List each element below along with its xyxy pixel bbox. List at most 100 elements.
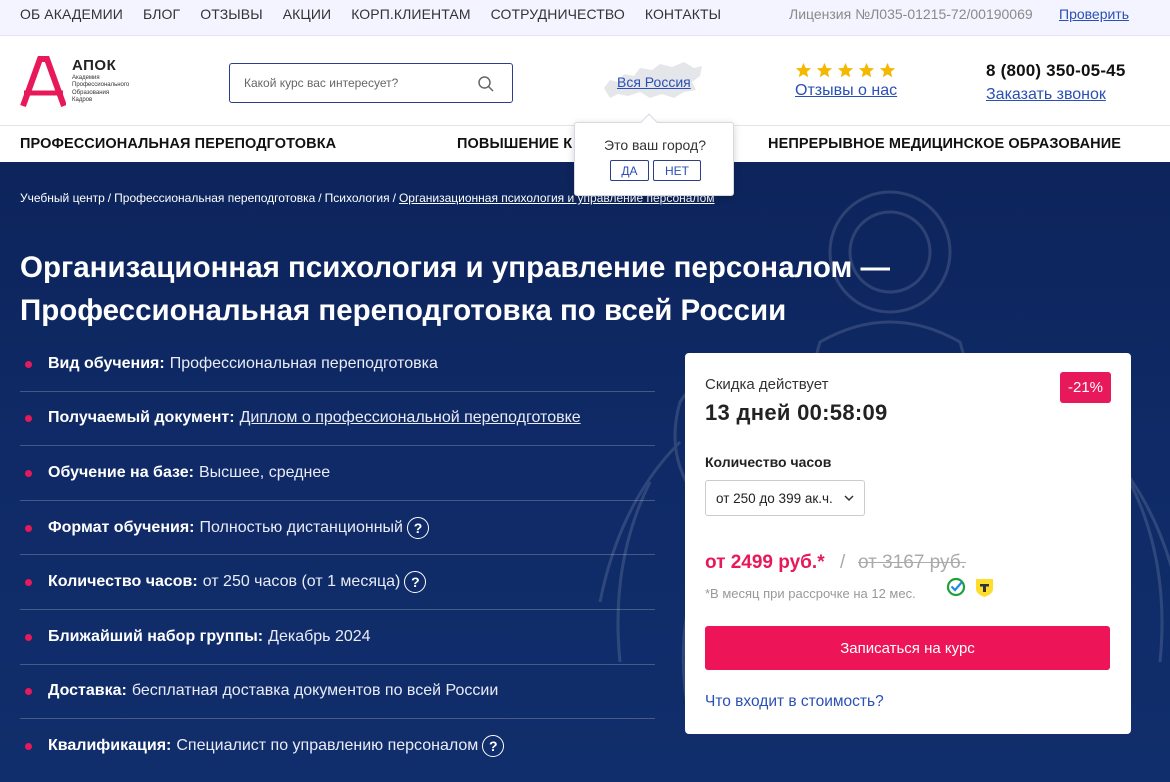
city-confirm-popup: Это ваш город? ДА НЕТ xyxy=(574,113,734,196)
bullet-icon xyxy=(25,360,32,368)
logo-sub-line: Образования xyxy=(72,89,110,96)
fact-label: Квалификация: xyxy=(48,737,172,755)
star-icon xyxy=(795,62,812,78)
help-icon[interactable]: ? xyxy=(482,735,505,758)
diploma-link[interactable]: Диплом о профессиональной переподготовке xyxy=(240,409,581,427)
fact-label: Обучение на базе: xyxy=(48,463,194,481)
discount-badge: -21% xyxy=(1060,372,1111,403)
logo-sub-line: Кадров xyxy=(72,96,93,103)
breadcrumb-separator: / xyxy=(318,191,322,205)
top-nav-promos[interactable]: АКЦИИ xyxy=(283,6,331,22)
logo-sub-line: Академия xyxy=(72,75,100,81)
top-nav: ОБ АКАДЕМИИ БЛОГ ОТЗЫВЫ АКЦИИ КОРП.КЛИЕН… xyxy=(20,0,721,28)
breadcrumb-item[interactable]: Профессиональная переподготовка xyxy=(114,191,315,205)
star-icon xyxy=(837,62,854,78)
hours-select[interactable]: от 250 до 399 ак.ч. xyxy=(705,480,865,516)
bullet-icon xyxy=(25,633,32,641)
help-icon[interactable]: ? xyxy=(404,571,427,594)
top-nav-blog[interactable]: БЛОГ xyxy=(143,6,180,22)
fact-label: Количество часов: xyxy=(48,573,198,591)
fact-item: Ближайший набор группы: Декабрь 2024 xyxy=(20,610,655,665)
star-icon xyxy=(858,62,875,78)
fact-item: Вид обучения: Профессиональная переподго… xyxy=(20,337,655,392)
logo-name: АПОК xyxy=(72,57,117,74)
help-icon[interactable]: ? xyxy=(407,516,429,539)
top-nav-cooperation[interactable]: СОТРУДНИЧЕСТВО xyxy=(491,6,625,22)
discount-timer: 13 дней 00:58:09 xyxy=(705,400,888,425)
fact-label: Формат обучения: xyxy=(48,518,195,536)
search-input[interactable] xyxy=(244,64,464,102)
fact-item: Квалификация: Специалист по управлению п… xyxy=(20,719,655,774)
bullet-icon xyxy=(25,743,32,751)
region-link[interactable]: Вся Россия xyxy=(617,74,691,90)
top-nav-reviews[interactable]: ОТЗЫВЫ xyxy=(200,6,262,22)
tinkoff-icon xyxy=(976,579,993,597)
category-qualification[interactable]: ПОВЫШЕНИЕ К xyxy=(457,126,572,162)
hours-label: Количество часов xyxy=(705,454,832,470)
sber-pay-icon xyxy=(946,577,966,597)
top-nav-about[interactable]: ОБ АКАДЕМИИ xyxy=(20,6,123,22)
fact-label: Ближайший набор группы: xyxy=(48,627,264,645)
fact-value: Специалист по управлению персоналом xyxy=(176,737,479,755)
breadcrumb-item[interactable]: Учебный центр xyxy=(20,191,105,205)
bullet-icon xyxy=(25,524,32,532)
fact-value: от 250 часов (от 1 месяца) xyxy=(202,573,401,591)
fact-value: Высшее, среднее xyxy=(199,463,331,481)
enroll-button[interactable]: Записаться на курс xyxy=(705,626,1110,670)
category-retraining[interactable]: ПРОФЕССИОНАЛЬНАЯ ПЕРЕПОДГОТОВКА xyxy=(20,126,336,162)
breadcrumb-separator: / xyxy=(107,191,112,205)
phone-number[interactable]: 8 (800) 350-05-45 xyxy=(986,61,1126,81)
bullet-icon xyxy=(25,469,32,477)
fact-value: Декабрь 2024 xyxy=(268,627,371,645)
price-card: Скидка действует 13 дней 00:58:09 -21% К… xyxy=(685,353,1131,734)
course-facts-list: Вид обучения: Профессиональная переподго… xyxy=(20,337,655,774)
fact-item: Доставка: бесплатная доставка документов… xyxy=(20,665,655,720)
fact-item: Формат обучения: Полностью дистанционный… xyxy=(20,501,655,556)
old-price: от 3167 руб. xyxy=(858,552,966,573)
fact-value: Профессиональная переподготовка xyxy=(169,354,438,372)
fact-item: Получаемый документ: Диплом о профессион… xyxy=(20,392,655,447)
fact-value: Полностью дистанционный xyxy=(199,518,404,536)
installment-note: *В месяц при рассрочке на 12 мес. xyxy=(705,586,916,601)
city-yes-button[interactable]: ДА xyxy=(610,160,649,181)
bullet-icon xyxy=(25,579,32,587)
logo[interactable]: АПОК Академия Профессионального Образова… xyxy=(20,54,145,114)
star-icon xyxy=(816,62,833,78)
current-price: от 2499 руб.* xyxy=(705,552,825,573)
category-medical-education[interactable]: НЕПРЕРЫВНОЕ МЕДИЦИНСКОЕ ОБРАЗОВАНИЕ xyxy=(768,126,1121,162)
discount-label: Скидка действует xyxy=(705,376,829,393)
star-icon xyxy=(879,62,896,78)
price-separator: / xyxy=(840,552,846,573)
bullet-icon xyxy=(25,688,32,696)
fact-item: Обучение на базе: Высшее, среднее xyxy=(20,446,655,501)
breadcrumb-item[interactable]: Психология xyxy=(325,191,390,205)
page-title-line: Организационная психология и управление … xyxy=(20,251,890,284)
top-nav-contacts[interactable]: КОНТАКТЫ xyxy=(645,6,721,22)
search-box xyxy=(229,63,513,103)
license-text: Лицензия №Л035-01215-72/00190069 xyxy=(789,6,1033,22)
city-question: Это ваш город? xyxy=(604,137,706,153)
city-no-button[interactable]: НЕТ xyxy=(653,160,701,181)
rating-stars xyxy=(795,62,896,79)
search-icon[interactable] xyxy=(477,75,495,93)
page-title-line: Профессиональная переподготовка по всей … xyxy=(20,294,787,327)
reviews-link[interactable]: Отзывы о нас xyxy=(795,82,897,100)
fact-label: Вид обучения: xyxy=(48,354,165,372)
whats-included-link[interactable]: Что входит в стоимость? xyxy=(705,693,884,711)
header: АПОК Академия Профессионального Образова… xyxy=(0,36,1170,125)
callback-link[interactable]: Заказать звонок xyxy=(986,86,1106,104)
page-title: Организационная психология и управление … xyxy=(20,246,1000,332)
fact-label: Доставка: xyxy=(48,682,127,700)
fact-label: Получаемый документ: xyxy=(48,409,235,427)
top-bar: ОБ АКАДЕМИИ БЛОГ ОТЗЫВЫ АКЦИИ КОРП.КЛИЕН… xyxy=(0,0,1170,36)
hero-section: Учебный центр / Профессиональная переподго… xyxy=(0,162,1170,782)
verify-license-link[interactable]: Проверить xyxy=(1059,0,1129,28)
breadcrumb-separator: / xyxy=(392,191,396,205)
logo-a-icon xyxy=(20,56,66,108)
chevron-down-icon xyxy=(844,495,854,502)
hours-select-value: от 250 до 399 ак.ч. xyxy=(716,490,833,506)
logo-sub-line: Профессионального xyxy=(72,82,130,89)
top-nav-corporate[interactable]: КОРП.КЛИЕНТАМ xyxy=(351,6,470,22)
fact-value: бесплатная доставка документов по всей Р… xyxy=(131,682,499,700)
fact-item: Количество часов: от 250 часов (от 1 мес… xyxy=(20,555,655,610)
